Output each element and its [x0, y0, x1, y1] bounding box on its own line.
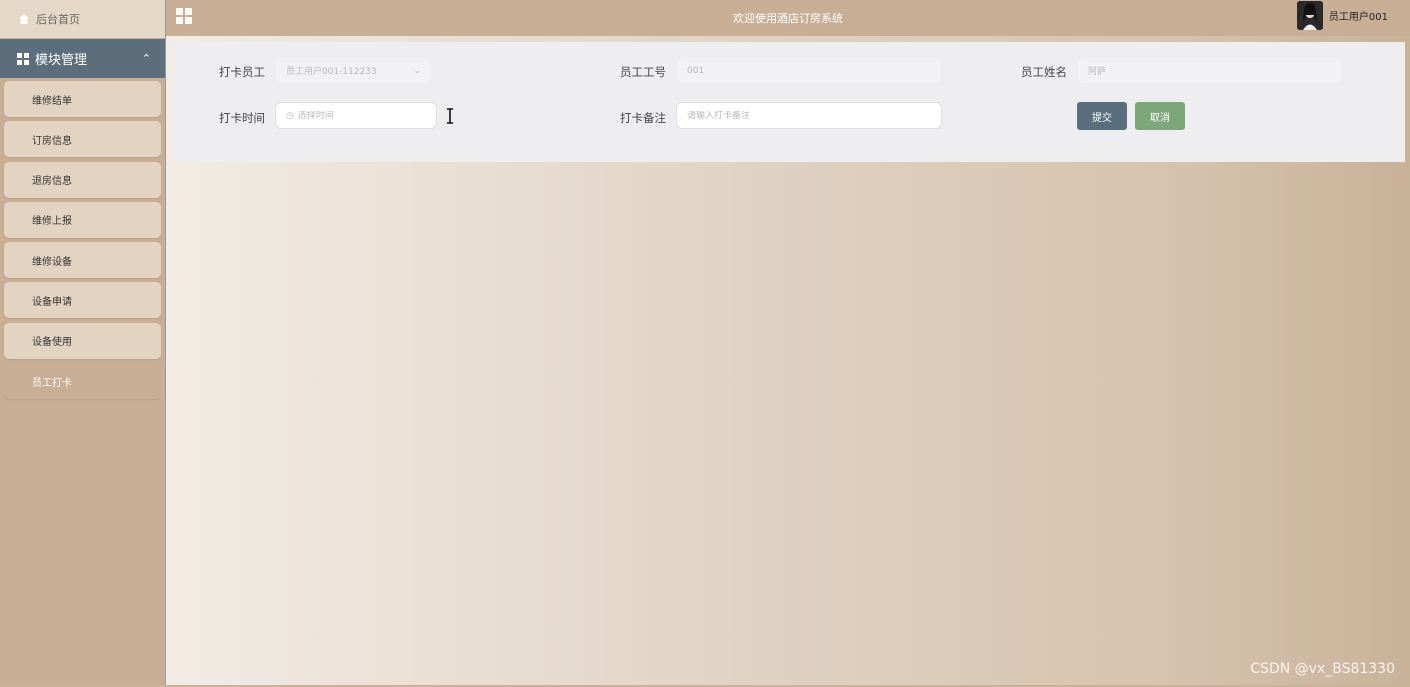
employee-select-value: 员工用户001-112233	[286, 67, 377, 77]
page-title: 欢迎使用酒店订房系统	[733, 12, 843, 25]
text-cursor-icon	[447, 108, 453, 124]
sidebar-item-repair-equipment[interactable]: 维修设备	[4, 242, 161, 279]
employee-name-input[interactable]	[1088, 65, 1342, 76]
chevron-down-icon: ⌄	[413, 66, 421, 76]
user-menu[interactable]: 员工用户001	[1296, 1, 1388, 30]
sidebar-item-label: 维修结单	[32, 95, 72, 107]
sidebar-menu: 维修结单 订房信息 退房信息 维修上报 维修设备 设备申请 设备使用 员工打卡	[0, 78, 165, 400]
employee-label: 打卡员工	[219, 65, 265, 79]
sidebar-home-link[interactable]: 后台首页	[0, 0, 165, 38]
sidebar-home-label: 后台首页	[36, 13, 80, 26]
clockin-time-input[interactable]	[297, 110, 436, 121]
avatar	[1296, 1, 1323, 30]
sidebar-item-label: 员工打卡	[32, 377, 72, 389]
sidebar-item-repair-report[interactable]: 维修上报	[4, 201, 161, 238]
main-content: 打卡员工 员工用户001-112233 ⌄ 员工工号 员工姓名 打卡时间 ◷ 打…	[166, 36, 1410, 685]
username-label: 员工用户001	[1328, 12, 1388, 23]
employee-select[interactable]: 员工用户001-112233 ⌄	[275, 57, 432, 84]
clockin-remark-label: 打卡备注	[620, 111, 666, 125]
employee-no-input[interactable]	[687, 65, 941, 76]
sidebar-item-label: 维修上报	[32, 216, 72, 228]
top-bar: 欢迎使用酒店订房系统 员工用户001	[166, 0, 1410, 36]
employee-no-field[interactable]	[676, 57, 942, 84]
employee-no-label: 员工工号	[620, 65, 666, 79]
sidebar-item-checkout-info[interactable]: 退房信息	[4, 161, 161, 198]
sidebar-item-label: 设备申请	[32, 296, 72, 308]
sidebar-item-label: 设备使用	[32, 337, 72, 349]
sidebar-item-booking-info[interactable]: 订房信息	[4, 121, 161, 158]
sidebar-item-label: 退房信息	[32, 176, 72, 188]
clockin-time-picker[interactable]: ◷	[275, 102, 437, 129]
sidebar-item-repair-close[interactable]: 维修结单	[4, 81, 161, 117]
clockin-remark-field[interactable]	[676, 102, 942, 129]
sidebar-item-equipment-request[interactable]: 设备申请	[4, 282, 161, 319]
clockin-form: 打卡员工 员工用户001-112233 ⌄ 员工工号 员工姓名 打卡时间 ◷ 打…	[174, 42, 1405, 162]
sidebar-item-label: 维修设备	[32, 256, 72, 268]
watermark: CSDN @vx_BS81330	[1250, 661, 1395, 677]
home-icon	[18, 13, 30, 25]
submit-button[interactable]: 提交	[1077, 102, 1127, 130]
clock-icon: ◷	[286, 110, 294, 121]
module-management-label: 模块管理	[35, 53, 88, 68]
clockin-time-label: 打卡时间	[219, 111, 265, 125]
sidebar-item-employee-clockin[interactable]: 员工打卡	[4, 363, 161, 400]
sidebar-item-equipment-usage[interactable]: 设备使用	[4, 322, 161, 359]
module-management-header[interactable]: 模块管理 ⌃	[0, 39, 165, 78]
grid-icon	[17, 52, 29, 65]
clockin-remark-input[interactable]	[687, 110, 941, 121]
chevron-up-icon: ⌃	[141, 52, 151, 65]
sidebar: 后台首页 模块管理 ⌃ 维修结单 订房信息 退房信息 维修上报 维修设备 设备申…	[0, 0, 166, 685]
sidebar-item-label: 订房信息	[32, 135, 72, 147]
cancel-button[interactable]: 取消	[1135, 102, 1185, 130]
employee-name-label: 员工姓名	[1021, 65, 1067, 79]
employee-name-field[interactable]	[1077, 57, 1343, 84]
